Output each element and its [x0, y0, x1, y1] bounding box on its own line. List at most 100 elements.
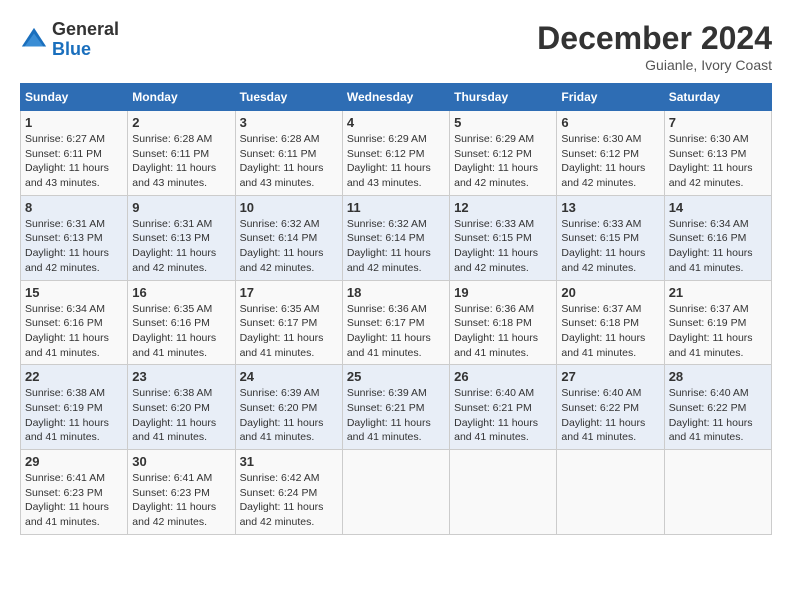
- table-row: 9 Sunrise: 6:31 AMSunset: 6:13 PMDayligh…: [128, 195, 235, 280]
- day-info: Sunrise: 6:33 AMSunset: 6:15 PMDaylight:…: [454, 218, 538, 274]
- day-info: Sunrise: 6:40 AMSunset: 6:22 PMDaylight:…: [561, 387, 645, 443]
- day-number: 5: [454, 115, 552, 130]
- day-number: 18: [347, 285, 445, 300]
- day-info: Sunrise: 6:37 AMSunset: 6:19 PMDaylight:…: [669, 303, 753, 359]
- month-year-title: December 2024: [537, 20, 772, 57]
- table-row: 6 Sunrise: 6:30 AMSunset: 6:12 PMDayligh…: [557, 111, 664, 196]
- day-number: 15: [25, 285, 123, 300]
- day-info: Sunrise: 6:28 AMSunset: 6:11 PMDaylight:…: [240, 133, 324, 189]
- day-info: Sunrise: 6:40 AMSunset: 6:21 PMDaylight:…: [454, 387, 538, 443]
- day-info: Sunrise: 6:38 AMSunset: 6:19 PMDaylight:…: [25, 387, 109, 443]
- table-row: [450, 450, 557, 535]
- table-row: 1 Sunrise: 6:27 AMSunset: 6:11 PMDayligh…: [21, 111, 128, 196]
- logo: General Blue: [20, 20, 119, 60]
- table-row: 21 Sunrise: 6:37 AMSunset: 6:19 PMDaylig…: [664, 280, 771, 365]
- table-row: 24 Sunrise: 6:39 AMSunset: 6:20 PMDaylig…: [235, 365, 342, 450]
- table-row: 19 Sunrise: 6:36 AMSunset: 6:18 PMDaylig…: [450, 280, 557, 365]
- day-info: Sunrise: 6:30 AMSunset: 6:12 PMDaylight:…: [561, 133, 645, 189]
- day-info: Sunrise: 6:41 AMSunset: 6:23 PMDaylight:…: [25, 472, 109, 528]
- day-number: 3: [240, 115, 338, 130]
- table-row: 5 Sunrise: 6:29 AMSunset: 6:12 PMDayligh…: [450, 111, 557, 196]
- day-info: Sunrise: 6:34 AMSunset: 6:16 PMDaylight:…: [25, 303, 109, 359]
- day-number: 30: [132, 454, 230, 469]
- day-number: 13: [561, 200, 659, 215]
- day-info: Sunrise: 6:29 AMSunset: 6:12 PMDaylight:…: [454, 133, 538, 189]
- header-friday: Friday: [557, 84, 664, 111]
- calendar-header-row: Sunday Monday Tuesday Wednesday Thursday…: [21, 84, 772, 111]
- table-row: 16 Sunrise: 6:35 AMSunset: 6:16 PMDaylig…: [128, 280, 235, 365]
- table-row: 3 Sunrise: 6:28 AMSunset: 6:11 PMDayligh…: [235, 111, 342, 196]
- table-row: 27 Sunrise: 6:40 AMSunset: 6:22 PMDaylig…: [557, 365, 664, 450]
- table-row: 18 Sunrise: 6:36 AMSunset: 6:17 PMDaylig…: [342, 280, 449, 365]
- table-row: [342, 450, 449, 535]
- day-number: 6: [561, 115, 659, 130]
- day-info: Sunrise: 6:32 AMSunset: 6:14 PMDaylight:…: [240, 218, 324, 274]
- page-header: General Blue December 2024 Guianle, Ivor…: [20, 20, 772, 73]
- day-number: 25: [347, 369, 445, 384]
- table-row: 10 Sunrise: 6:32 AMSunset: 6:14 PMDaylig…: [235, 195, 342, 280]
- day-info: Sunrise: 6:29 AMSunset: 6:12 PMDaylight:…: [347, 133, 431, 189]
- day-number: 14: [669, 200, 767, 215]
- day-number: 11: [347, 200, 445, 215]
- day-info: Sunrise: 6:34 AMSunset: 6:16 PMDaylight:…: [669, 218, 753, 274]
- table-row: 13 Sunrise: 6:33 AMSunset: 6:15 PMDaylig…: [557, 195, 664, 280]
- day-info: Sunrise: 6:40 AMSunset: 6:22 PMDaylight:…: [669, 387, 753, 443]
- logo-icon: [20, 26, 48, 54]
- day-number: 2: [132, 115, 230, 130]
- table-row: 14 Sunrise: 6:34 AMSunset: 6:16 PMDaylig…: [664, 195, 771, 280]
- day-number: 4: [347, 115, 445, 130]
- calendar-week-row: 1 Sunrise: 6:27 AMSunset: 6:11 PMDayligh…: [21, 111, 772, 196]
- day-info: Sunrise: 6:41 AMSunset: 6:23 PMDaylight:…: [132, 472, 216, 528]
- header-wednesday: Wednesday: [342, 84, 449, 111]
- table-row: 28 Sunrise: 6:40 AMSunset: 6:22 PMDaylig…: [664, 365, 771, 450]
- day-info: Sunrise: 6:35 AMSunset: 6:16 PMDaylight:…: [132, 303, 216, 359]
- day-info: Sunrise: 6:36 AMSunset: 6:17 PMDaylight:…: [347, 303, 431, 359]
- day-number: 20: [561, 285, 659, 300]
- table-row: 25 Sunrise: 6:39 AMSunset: 6:21 PMDaylig…: [342, 365, 449, 450]
- logo-blue-text: Blue: [52, 39, 91, 59]
- table-row: [557, 450, 664, 535]
- calendar-table: Sunday Monday Tuesday Wednesday Thursday…: [20, 83, 772, 535]
- day-info: Sunrise: 6:31 AMSunset: 6:13 PMDaylight:…: [25, 218, 109, 274]
- table-row: 23 Sunrise: 6:38 AMSunset: 6:20 PMDaylig…: [128, 365, 235, 450]
- table-row: 7 Sunrise: 6:30 AMSunset: 6:13 PMDayligh…: [664, 111, 771, 196]
- table-row: 29 Sunrise: 6:41 AMSunset: 6:23 PMDaylig…: [21, 450, 128, 535]
- day-number: 10: [240, 200, 338, 215]
- day-number: 29: [25, 454, 123, 469]
- day-info: Sunrise: 6:39 AMSunset: 6:21 PMDaylight:…: [347, 387, 431, 443]
- header-thursday: Thursday: [450, 84, 557, 111]
- table-row: [664, 450, 771, 535]
- day-info: Sunrise: 6:38 AMSunset: 6:20 PMDaylight:…: [132, 387, 216, 443]
- day-number: 17: [240, 285, 338, 300]
- day-number: 23: [132, 369, 230, 384]
- calendar-week-row: 22 Sunrise: 6:38 AMSunset: 6:19 PMDaylig…: [21, 365, 772, 450]
- day-info: Sunrise: 6:35 AMSunset: 6:17 PMDaylight:…: [240, 303, 324, 359]
- day-info: Sunrise: 6:37 AMSunset: 6:18 PMDaylight:…: [561, 303, 645, 359]
- calendar-week-row: 15 Sunrise: 6:34 AMSunset: 6:16 PMDaylig…: [21, 280, 772, 365]
- day-number: 8: [25, 200, 123, 215]
- header-tuesday: Tuesday: [235, 84, 342, 111]
- day-number: 22: [25, 369, 123, 384]
- table-row: 8 Sunrise: 6:31 AMSunset: 6:13 PMDayligh…: [21, 195, 128, 280]
- header-saturday: Saturday: [664, 84, 771, 111]
- table-row: 30 Sunrise: 6:41 AMSunset: 6:23 PMDaylig…: [128, 450, 235, 535]
- day-info: Sunrise: 6:32 AMSunset: 6:14 PMDaylight:…: [347, 218, 431, 274]
- table-row: 2 Sunrise: 6:28 AMSunset: 6:11 PMDayligh…: [128, 111, 235, 196]
- day-info: Sunrise: 6:42 AMSunset: 6:24 PMDaylight:…: [240, 472, 324, 528]
- table-row: 20 Sunrise: 6:37 AMSunset: 6:18 PMDaylig…: [557, 280, 664, 365]
- table-row: 4 Sunrise: 6:29 AMSunset: 6:12 PMDayligh…: [342, 111, 449, 196]
- day-number: 27: [561, 369, 659, 384]
- logo-general-text: General: [52, 19, 119, 39]
- table-row: 22 Sunrise: 6:38 AMSunset: 6:19 PMDaylig…: [21, 365, 128, 450]
- table-row: 11 Sunrise: 6:32 AMSunset: 6:14 PMDaylig…: [342, 195, 449, 280]
- day-info: Sunrise: 6:28 AMSunset: 6:11 PMDaylight:…: [132, 133, 216, 189]
- day-number: 26: [454, 369, 552, 384]
- header-monday: Monday: [128, 84, 235, 111]
- day-number: 9: [132, 200, 230, 215]
- day-number: 12: [454, 200, 552, 215]
- day-number: 24: [240, 369, 338, 384]
- day-info: Sunrise: 6:36 AMSunset: 6:18 PMDaylight:…: [454, 303, 538, 359]
- day-number: 16: [132, 285, 230, 300]
- day-number: 31: [240, 454, 338, 469]
- day-number: 21: [669, 285, 767, 300]
